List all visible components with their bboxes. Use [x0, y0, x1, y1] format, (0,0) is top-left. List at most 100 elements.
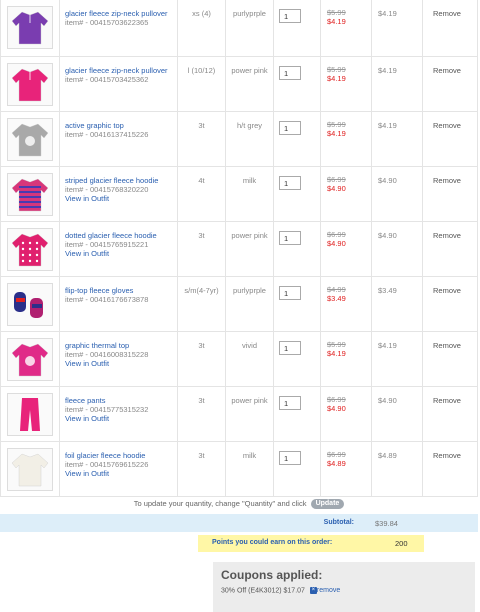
gloves-thumbnail[interactable] — [7, 283, 53, 326]
view-in-outfit-link[interactable]: View in Outfit — [65, 249, 174, 258]
price-cell: $5.99 $4.19 — [320, 112, 371, 166]
item-number: item# - 00415703622365 — [65, 18, 149, 27]
total-cell: $4.19 — [371, 332, 422, 386]
points-value: 200 — [395, 539, 408, 548]
thumb-cell — [0, 0, 59, 56]
remove-link[interactable]: Remove — [433, 451, 461, 460]
color-cell: vivid — [225, 332, 273, 386]
size-value: 3t — [198, 231, 205, 240]
view-in-outfit-link[interactable]: View in Outfit — [65, 359, 174, 368]
sale-price: $4.19 — [327, 349, 346, 358]
quantity-input[interactable] — [279, 176, 301, 190]
quantity-cell — [273, 57, 320, 111]
dotted-hoodie-thumbnail[interactable] — [7, 228, 53, 271]
quantity-input[interactable] — [279, 286, 301, 300]
white-hoodie-thumbnail[interactable] — [7, 448, 53, 491]
coupon-remove-link[interactable]: × remove — [309, 587, 341, 595]
original-price: $5.99 — [327, 120, 346, 129]
points-label: Points you could earn on this order: — [212, 539, 333, 546]
price-cell: $6.99 $4.90 — [320, 222, 371, 276]
quantity-input[interactable] — [279, 66, 301, 80]
remove-link[interactable]: Remove — [433, 231, 461, 240]
update-button[interactable]: Update — [310, 499, 345, 510]
size-cell: 3t — [177, 442, 225, 496]
quantity-cell — [273, 112, 320, 166]
remove-link[interactable]: Remove — [433, 9, 461, 18]
product-name-link[interactable]: active graphic top — [65, 121, 174, 130]
size-cell: 3t — [177, 112, 225, 166]
sale-price: $3.49 — [327, 294, 346, 303]
original-price: $6.99 — [327, 395, 346, 404]
cart-table: glacier fleece zip-neck pullover item# - … — [0, 0, 478, 497]
total-cell: $4.89 — [371, 442, 422, 496]
product-name-link[interactable]: graphic thermal top — [65, 341, 174, 350]
thumb-cell — [0, 332, 59, 386]
striped-hoodie-thumbnail[interactable] — [7, 173, 53, 216]
product-name-link[interactable]: glacier fleece zip-neck pullover — [65, 66, 174, 75]
price-cell: $4.99 $3.49 — [320, 277, 371, 331]
quantity-input[interactable] — [279, 231, 301, 245]
item-number: item# - 00416008315228 — [65, 350, 149, 359]
remove-link[interactable]: Remove — [433, 341, 461, 350]
remove-link[interactable]: Remove — [433, 176, 461, 185]
view-in-outfit-link[interactable]: View in Outfit — [65, 414, 174, 423]
quantity-cell — [273, 387, 320, 441]
size-cell: 3t — [177, 222, 225, 276]
color-cell: purlyprple — [225, 0, 273, 56]
remove-link[interactable]: Remove — [433, 286, 461, 295]
color-cell: power pink — [225, 57, 273, 111]
product-name-link[interactable]: striped glacier fleece hoodie — [65, 176, 174, 185]
product-name-link[interactable]: foil glacier fleece hoodie — [65, 451, 174, 460]
cart-row: glacier fleece zip-neck pullover item# - … — [0, 57, 477, 112]
item-number: item# - 00415703425362 — [65, 75, 149, 84]
coupon-text: 30% Off (E4K3012) $17.07 — [221, 587, 305, 595]
coupon-remove-label: remove — [316, 587, 341, 595]
remove-cell: Remove — [422, 167, 478, 221]
pink-zip-pullover-thumbnail[interactable] — [7, 63, 53, 106]
sale-price: $4.90 — [327, 184, 346, 193]
cart-row: active graphic top item# - 00416137415226… — [0, 112, 477, 167]
purple-zip-pullover-thumbnail[interactable] — [7, 6, 53, 49]
thumb-cell — [0, 387, 59, 441]
item-number: item# - 00415768320220 — [65, 185, 149, 194]
remove-link[interactable]: Remove — [433, 396, 461, 405]
product-name-link[interactable]: dotted glacier fleece hoodie — [65, 231, 174, 240]
description-cell: foil glacier fleece hoodie item# - 004157… — [59, 442, 177, 496]
view-in-outfit-link[interactable]: View in Outfit — [65, 469, 174, 478]
size-cell: 4t — [177, 167, 225, 221]
quantity-input[interactable] — [279, 9, 301, 23]
total-cell: $4.90 — [371, 167, 422, 221]
remove-cell: Remove — [422, 57, 478, 111]
quantity-cell — [273, 222, 320, 276]
quantity-cell — [273, 167, 320, 221]
quantity-input[interactable] — [279, 451, 301, 465]
pink-thermal-top-thumbnail[interactable] — [7, 338, 53, 381]
quantity-input[interactable] — [279, 396, 301, 410]
remove-cell: Remove — [422, 0, 478, 56]
quantity-cell — [273, 442, 320, 496]
grey-graphic-top-thumbnail[interactable] — [7, 118, 53, 161]
color-value: vivid — [241, 341, 257, 350]
pink-pants-thumbnail[interactable] — [7, 393, 53, 436]
line-total: $4.19 — [378, 121, 397, 130]
quantity-input[interactable] — [279, 341, 301, 355]
original-price: $6.99 — [327, 175, 346, 184]
remove-link[interactable]: Remove — [433, 121, 461, 130]
line-total: $3.49 — [378, 286, 397, 295]
quantity-input[interactable] — [279, 121, 301, 135]
remove-link[interactable]: Remove — [433, 66, 461, 75]
product-name-link[interactable]: glacier fleece zip-neck pullover — [65, 9, 174, 18]
size-cell: s/m(4-7yr) — [177, 277, 225, 331]
size-value: 4t — [198, 176, 205, 185]
line-total: $4.19 — [378, 9, 397, 18]
product-name-link[interactable]: flip-top fleece gloves — [65, 286, 174, 295]
subtotal-bar: Subtotal: $39.84 — [0, 514, 478, 532]
view-in-outfit-link[interactable]: View in Outfit — [65, 194, 174, 203]
quantity-cell — [273, 277, 320, 331]
description-cell: fleece pants item# - 00415775315232 View i… — [59, 387, 177, 441]
original-price: $6.99 — [327, 230, 346, 239]
line-total: $4.19 — [378, 66, 397, 75]
thumb-cell — [0, 57, 59, 111]
product-name-link[interactable]: fleece pants — [65, 396, 174, 405]
x-icon: × — [309, 587, 317, 594]
